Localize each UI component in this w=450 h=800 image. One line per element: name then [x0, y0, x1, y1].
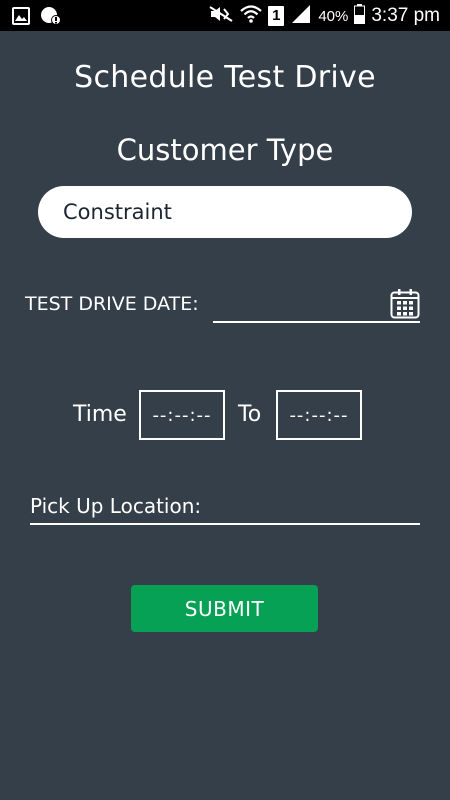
page-title: Schedule Test Drive: [74, 60, 376, 95]
signal-icon: [290, 4, 312, 28]
pickup-location-field[interactable]: Pick Up Location:: [30, 493, 420, 525]
battery-icon: [354, 4, 366, 28]
to-label: To: [238, 402, 262, 427]
status-bar: 1 40% 3:37 pm: [0, 0, 450, 31]
wifi-icon: [240, 4, 263, 28]
end-time-field[interactable]: --:--:--: [276, 390, 362, 440]
test-drive-date-label: TEST DRIVE DATE:: [25, 293, 199, 315]
sim-icon: 1: [268, 6, 285, 26]
submit-label: SUBMIT: [184, 596, 265, 621]
submit-button[interactable]: SUBMIT: [131, 585, 318, 632]
whatsapp-icon: [40, 6, 62, 30]
customer-type-value: Constraint: [63, 200, 172, 224]
pickup-location-label: Pick Up Location:: [30, 494, 202, 518]
end-time-value: --:--:--: [289, 404, 349, 426]
battery-percent: 40%: [318, 7, 349, 25]
mute-icon: [208, 5, 234, 27]
customer-type-heading: Customer Type: [116, 133, 334, 167]
start-time-field[interactable]: --:--:--: [139, 390, 225, 440]
customer-type-select[interactable]: Constraint: [38, 186, 412, 238]
sim-number: 1: [272, 7, 281, 24]
time-label: Time: [73, 402, 127, 427]
calendar-icon[interactable]: [390, 288, 420, 319]
test-drive-date-field[interactable]: [213, 287, 420, 323]
gallery-icon: [12, 7, 30, 29]
start-time-value: --:--:--: [152, 404, 212, 426]
clock-time: 3:37 pm: [371, 5, 440, 26]
